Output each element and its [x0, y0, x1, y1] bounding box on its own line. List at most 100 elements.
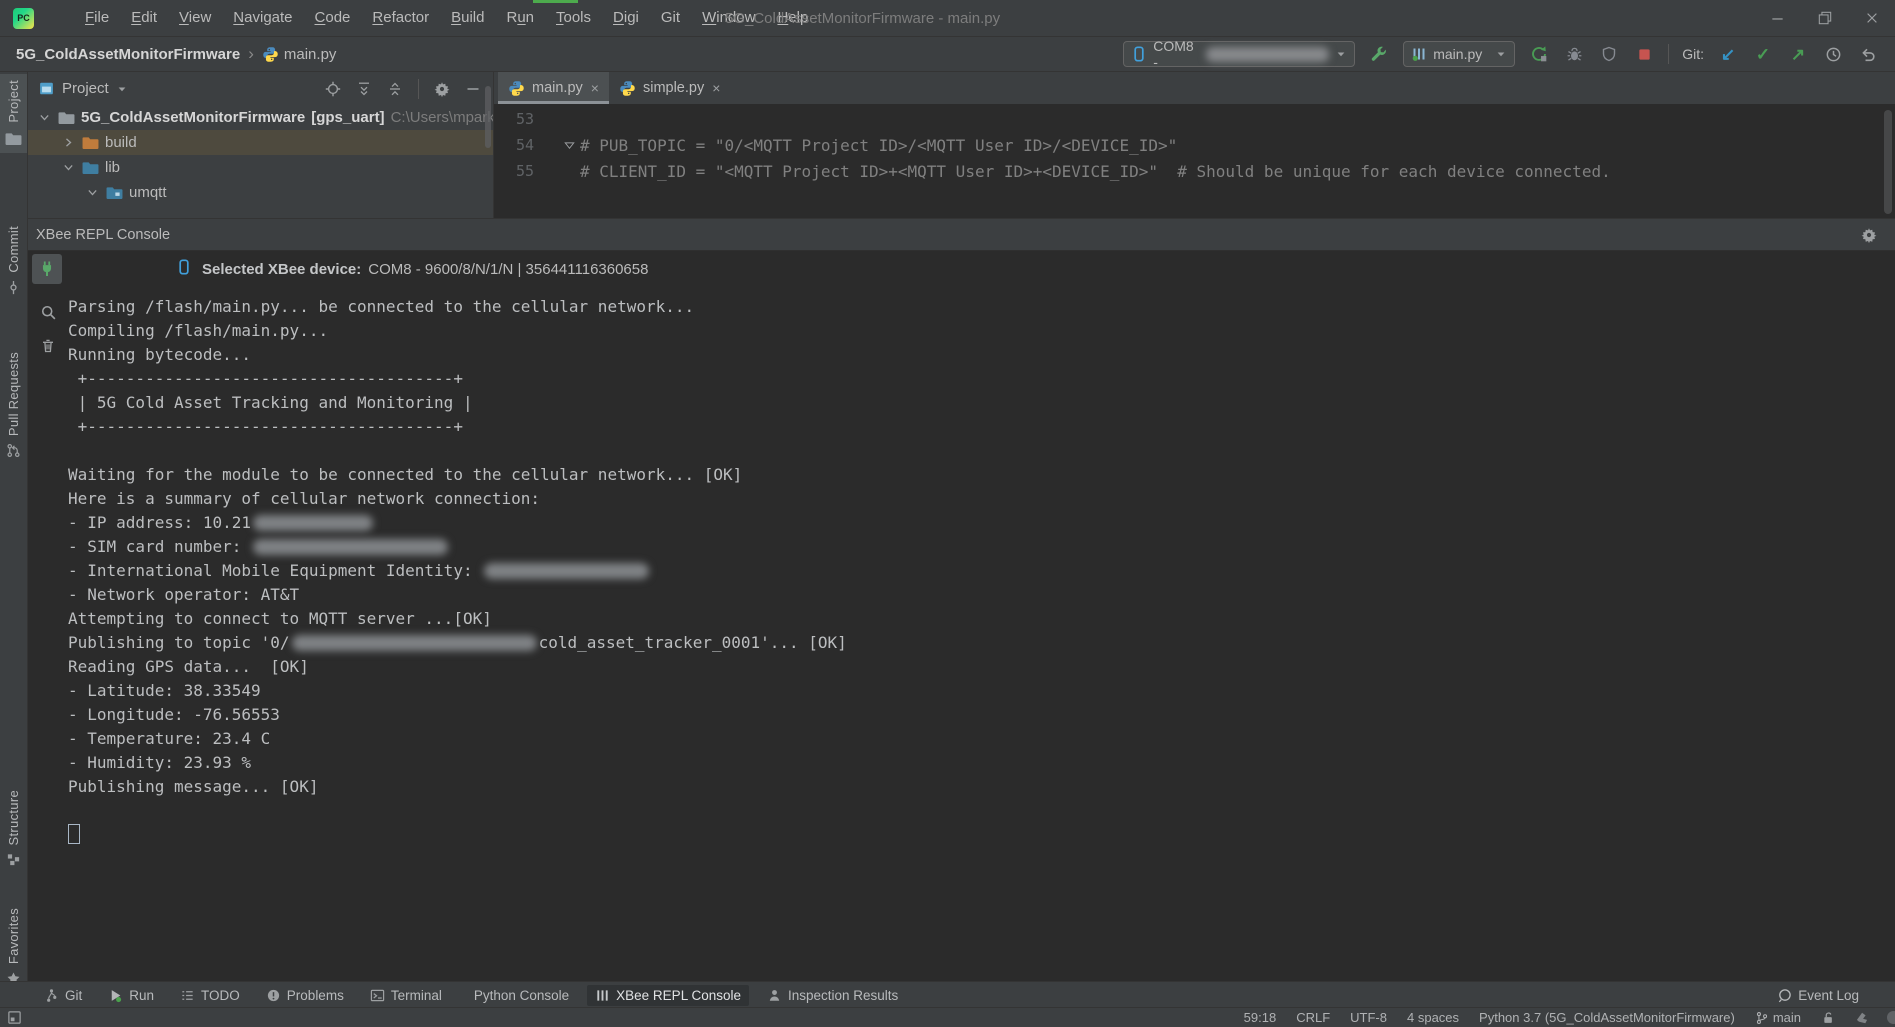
toolwindow-button-terminal[interactable]: Terminal [362, 985, 450, 1006]
stripe-item-project[interactable]: Project [0, 74, 27, 153]
toolwindow-button-problems[interactable]: Problems [258, 985, 352, 1006]
toolwindow-button-python-console[interactable]: Python Console [460, 985, 577, 1006]
title-bar: PC FileEditViewNavigateCodeRefactorBuild… [0, 0, 1895, 37]
rerun-button[interactable] [1528, 43, 1550, 65]
folder-source-icon [82, 159, 99, 176]
tw-problems-icon [266, 988, 281, 1003]
tw-git-icon [44, 988, 59, 1003]
close-button[interactable] [1848, 0, 1895, 36]
toolwindow-button-run[interactable]: Run [100, 985, 162, 1006]
stripe-item-commit[interactable]: Commit [0, 220, 27, 301]
toolwindow-switcher-button[interactable] [7, 1010, 22, 1025]
encoding-widget[interactable]: UTF-8 [1350, 1010, 1387, 1025]
status-bar: 59:18 CRLF UTF-8 4 spaces Python 3.7 (5G… [0, 1007, 1895, 1027]
tree-row-5g-coldassetmonitorfirmware[interactable]: 5G_ColdAssetMonitorFirmware [gps_uart] C… [28, 105, 493, 130]
chevron-right-icon[interactable] [60, 136, 76, 149]
console-line: Here is a summary of cellular network co… [68, 487, 1895, 511]
restore-button[interactable] [1801, 0, 1848, 36]
menu-tools[interactable]: Tools [545, 0, 602, 36]
git-commit-button[interactable]: ✓ [1752, 43, 1774, 65]
event-log-button[interactable]: Event Log [1777, 988, 1895, 1003]
event-log-icon [1777, 988, 1792, 1003]
menu-refactor[interactable]: Refactor [361, 0, 440, 36]
code-text: # CLIENT_ID = "<MQTT Project ID>+<MQTT U… [580, 162, 1611, 181]
menu-git[interactable]: Git [650, 0, 691, 36]
chevron-down-icon[interactable] [116, 83, 128, 95]
editor-tab-simple-py[interactable]: simple.py× [609, 72, 730, 104]
hide-panel-icon[interactable] [465, 81, 481, 97]
tree-row-umqtt[interactable]: umqtt [28, 180, 493, 205]
toolwindow-button-inspection-results[interactable]: Inspection Results [759, 985, 906, 1006]
breadcrumb-file[interactable]: main.py [262, 46, 337, 63]
menu-build[interactable]: Build [440, 0, 495, 36]
tree-item-name: build [105, 134, 137, 151]
stripe-label: Pull Requests [6, 352, 21, 436]
console-line: - International Mobile Equipment Identit… [68, 559, 1895, 583]
line-separator-widget[interactable]: CRLF [1296, 1010, 1330, 1025]
xbee-device-selector[interactable]: COM8 - [1123, 41, 1355, 67]
stripe-label: Commit [6, 226, 21, 273]
console-settings-gear-icon[interactable] [1861, 227, 1877, 243]
code-editor[interactable]: 5354# PUB_TOPIC = "0/<MQTT Project ID>/<… [494, 104, 1895, 218]
chevron-down-icon[interactable] [84, 186, 100, 199]
caret-position-widget[interactable]: 59:18 [1244, 1010, 1277, 1025]
chevron-down-icon[interactable] [60, 161, 76, 174]
console-line: Reading GPS data... [OK] [68, 655, 1895, 679]
menu-run[interactable]: Run [495, 0, 545, 36]
console-line: | 5G Cold Asset Tracking and Monitoring … [68, 391, 1895, 415]
toolwindow-button-xbee-repl-console[interactable]: XBee REPL Console [587, 985, 749, 1006]
unlock-icon[interactable] [1821, 1011, 1835, 1025]
tree-row-lib[interactable]: lib [28, 155, 493, 180]
vertical-scrollbar[interactable] [485, 86, 491, 148]
toolwindow-button-git[interactable]: Git [36, 985, 90, 1006]
git-push-button[interactable]: ↗ [1787, 43, 1809, 65]
expand-all-icon[interactable] [356, 81, 372, 97]
editor-area: main.py×simple.py× 5354# PUB_TOPIC = "0/… [493, 72, 1895, 218]
locate-file-icon[interactable] [325, 81, 341, 97]
connect-toggle-button[interactable] [32, 254, 62, 284]
close-tab-icon[interactable]: × [712, 80, 720, 96]
menu-navigate[interactable]: Navigate [222, 0, 303, 36]
stop-button[interactable] [1633, 43, 1655, 65]
tree-row-build[interactable]: build [28, 130, 493, 155]
editor-tab-main-py[interactable]: main.py× [498, 72, 609, 104]
gear-icon[interactable] [434, 81, 450, 97]
highlighting-level-icon[interactable] [1855, 1011, 1869, 1025]
close-tab-icon[interactable]: × [591, 80, 599, 96]
console-text-segment: - SIM card number: [68, 537, 251, 556]
menu-view[interactable]: View [168, 0, 222, 36]
run-configuration-selector[interactable]: main.py [1403, 41, 1515, 67]
menu-file[interactable]: File [74, 0, 120, 36]
build-wrench-button[interactable] [1368, 43, 1390, 65]
project-panel-tools [325, 79, 481, 99]
chevron-down-icon[interactable] [36, 111, 52, 124]
fold-marker-icon [563, 139, 576, 152]
editor-scrollbar[interactable] [1884, 110, 1892, 214]
coverage-button[interactable] [1598, 43, 1620, 65]
menu-code[interactable]: Code [304, 0, 362, 36]
menu-digi[interactable]: Digi [602, 0, 650, 36]
chevron-down-icon [1335, 48, 1347, 60]
stripe-item-pull-requests[interactable]: Pull Requests [0, 346, 27, 464]
navigation-bar: 5G_ColdAssetMonitorFirmware › main.py CO… [0, 37, 1895, 72]
collapse-all-icon[interactable] [387, 81, 403, 97]
stripe-item-favorites[interactable]: Favorites [0, 902, 27, 992]
git-update-button[interactable]: ↙ [1717, 43, 1739, 65]
console-line: - Longitude: -76.56553 [68, 703, 1895, 727]
project-panel-title[interactable]: Project [62, 80, 109, 97]
git-branch-widget[interactable]: main [1755, 1010, 1801, 1025]
minimize-button[interactable] [1754, 0, 1801, 36]
history-button[interactable] [1822, 43, 1844, 65]
stripe-label: Structure [6, 790, 21, 845]
breadcrumb-project[interactable]: 5G_ColdAssetMonitorFirmware [16, 46, 240, 63]
console-title: XBee REPL Console [36, 227, 170, 243]
stripe-item-structure[interactable]: Structure [0, 784, 27, 873]
interpreter-widget[interactable]: Python 3.7 (5G_ColdAssetMonitorFirmware) [1479, 1010, 1735, 1025]
console-text-segment: | 5G Cold Asset Tracking and Monitoring … [68, 393, 473, 412]
rollback-button[interactable] [1857, 43, 1879, 65]
toolwindow-button-todo[interactable]: TODO [172, 985, 248, 1006]
indent-widget[interactable]: 4 spaces [1407, 1010, 1459, 1025]
debug-button[interactable] [1563, 43, 1585, 65]
console-output[interactable]: Parsing /flash/main.py... be connected t… [28, 286, 1895, 981]
menu-edit[interactable]: Edit [120, 0, 168, 36]
